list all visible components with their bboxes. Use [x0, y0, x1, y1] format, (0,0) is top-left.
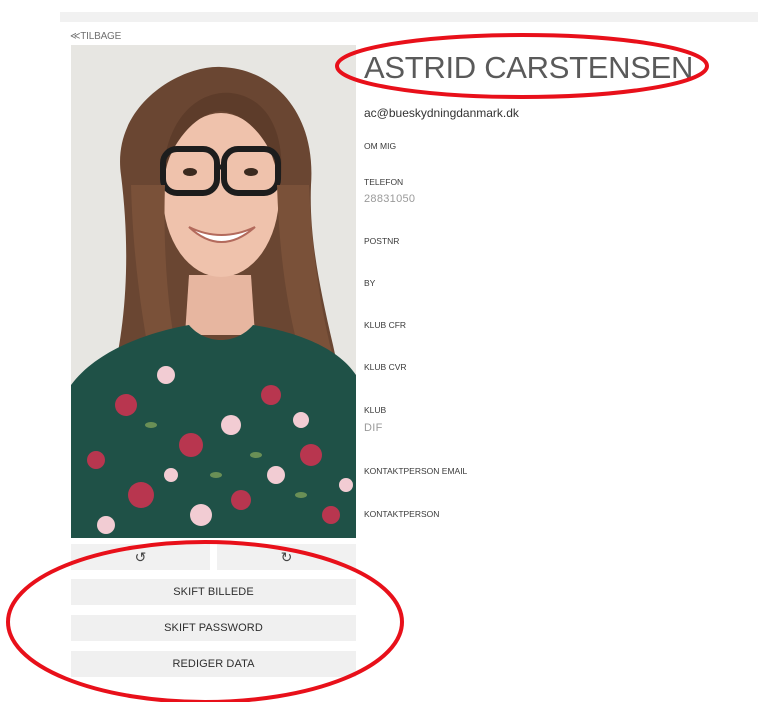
field-label-contact-email: KONTAKTPERSON EMAIL [364, 466, 468, 476]
field-label-phone: TELEFON [364, 177, 404, 187]
profile-email: ac@bueskydningdanmark.dk [364, 106, 519, 120]
rotate-left-button[interactable]: ↺ [71, 544, 210, 570]
change-picture-button[interactable]: SKIFT BILLEDE [71, 579, 356, 605]
change-password-button[interactable]: SKIFT PASSWORD [71, 615, 356, 641]
top-bar [60, 12, 758, 22]
field-value-club: DIF [364, 422, 383, 434]
field-label-contact-person: KONTAKTPERSON [364, 509, 440, 519]
profile-name: ASTRID CARSTENSEN [364, 50, 694, 85]
field-label-about: OM MIG [364, 141, 397, 151]
change-password-label: SKIFT PASSWORD [164, 622, 263, 634]
profile-photo [71, 45, 356, 538]
edit-data-label: REDIGER DATA [172, 658, 255, 670]
profile-page: ≪TILBAGE ↺ ↻ SKIFT BILLEDE SKIFT PASSWOR… [0, 0, 758, 702]
rotate-right-icon: ↻ [280, 548, 293, 565]
field-label-city: BY [364, 278, 376, 288]
field-label-club-cfr: KLUB CFR [364, 320, 407, 330]
field-label-club-cvr: KLUB CVR [364, 362, 407, 372]
field-value-phone: 28831050 [364, 193, 416, 205]
edit-data-button[interactable]: REDIGER DATA [71, 651, 356, 677]
back-link[interactable]: ≪TILBAGE [70, 31, 121, 42]
rotate-right-button[interactable]: ↻ [217, 544, 356, 570]
change-picture-label: SKIFT BILLEDE [173, 586, 254, 598]
field-label-postcode: POSTNR [364, 236, 400, 246]
field-label-club: KLUB [364, 405, 387, 415]
rotate-left-icon: ↺ [134, 548, 147, 565]
